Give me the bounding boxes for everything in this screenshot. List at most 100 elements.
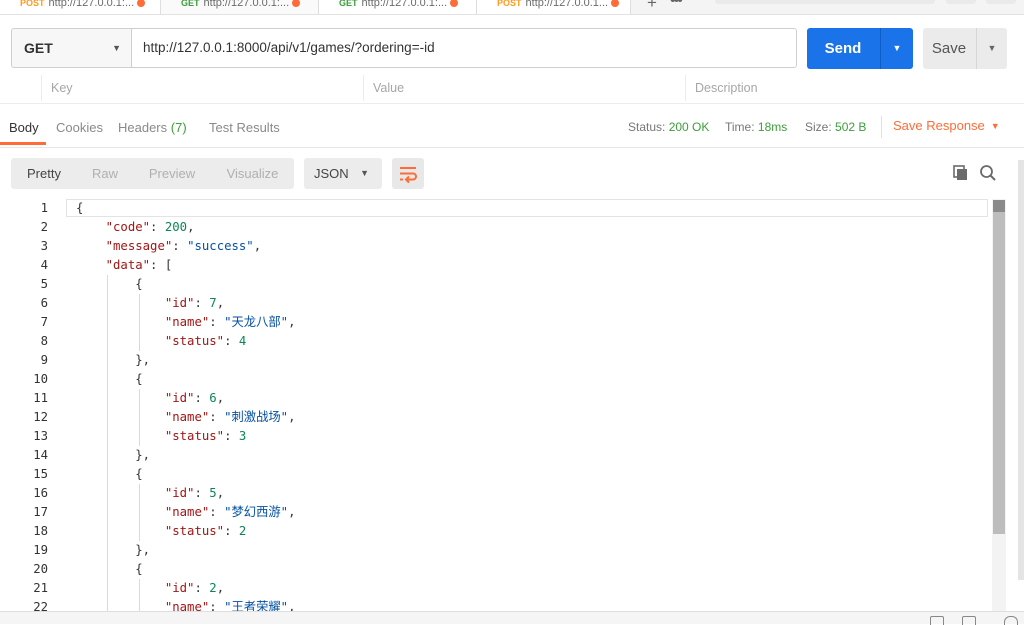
tab-body[interactable]: Body (9, 111, 39, 145)
line-number: 15 (33, 467, 48, 481)
save-response-button[interactable]: Save Response ▼ (893, 117, 1000, 135)
more-tabs-ellipsis-icon[interactable]: ••• (670, 0, 683, 10)
code-line: "id": 2, (76, 579, 224, 598)
line-number: 3 (40, 239, 48, 253)
json-string: "天龙八部" (224, 315, 289, 329)
code-line: "name": "刺激战场", (76, 408, 296, 427)
view-raw-button[interactable]: Raw (77, 158, 133, 189)
line-number: 5 (40, 277, 48, 291)
manage-environments-button[interactable] (986, 0, 1016, 4)
code-line: "name": "梦幻西游", (76, 503, 296, 522)
code-line: }, (76, 541, 150, 560)
param-description-field[interactable]: Description (685, 75, 1015, 101)
json-punctuation: : (194, 581, 210, 595)
param-value-field[interactable]: Value (363, 75, 686, 101)
tab-url: http://127.0.0.1... (525, 0, 609, 9)
chevron-down-icon: ▼ (990, 121, 1000, 131)
code-line: { (76, 370, 142, 389)
json-punctuation (76, 258, 106, 272)
chevron-down-icon[interactable]: ▼ (977, 28, 1007, 69)
line-number: 14 (33, 448, 48, 462)
json-number: 3 (238, 429, 247, 443)
code-line: { (76, 275, 142, 294)
request-tab[interactable]: POST http://127.0.0.1:... (0, 0, 161, 14)
param-key-field[interactable]: Key (41, 75, 364, 101)
json-punctuation: { (76, 201, 84, 215)
line-number: 9 (40, 353, 48, 367)
copy-icon[interactable] (951, 163, 971, 183)
json-key: "code" (105, 220, 151, 234)
wrap-lines-button[interactable] (392, 158, 424, 189)
format-value: JSON (314, 166, 349, 181)
json-number: 200 (164, 220, 188, 234)
code-line: "code": 200, (76, 218, 195, 237)
json-punctuation: , (253, 239, 262, 253)
chevron-down-icon: ▼ (112, 43, 121, 53)
format-select[interactable]: JSON ▼ (304, 158, 382, 189)
json-key: "name" (164, 505, 210, 519)
url-input[interactable]: http://127.0.0.1:8000/api/v1/games/?orde… (131, 28, 797, 68)
tab-headers[interactable]: Headers (7) (118, 111, 187, 145)
json-key: "message" (105, 239, 173, 253)
json-punctuation: , (216, 296, 225, 310)
json-punctuation: : (150, 220, 165, 234)
json-punctuation: { (76, 467, 143, 481)
current-line-highlight (66, 199, 988, 217)
response-tabs: Body Cookies Headers (7) Test Results (0, 111, 1024, 148)
help-icon[interactable] (1004, 616, 1018, 625)
request-tab[interactable]: GET http://127.0.0.1:... (319, 0, 477, 14)
layout-icon[interactable] (930, 616, 944, 625)
tab-url: http://127.0.0.1:... (48, 0, 135, 9)
tab-test-results[interactable]: Test Results (209, 111, 280, 145)
send-button[interactable]: Send ▼ (807, 28, 913, 69)
request-tab[interactable]: POST http://127.0.0.1... (477, 0, 631, 14)
view-pretty-button[interactable]: Pretty (11, 158, 77, 189)
json-key: "id" (164, 581, 195, 595)
code-line: "status": 2 (76, 522, 246, 541)
json-punctuation: , (187, 220, 195, 234)
json-punctuation: }, (76, 353, 151, 367)
chevron-down-icon: ▼ (360, 168, 369, 178)
json-number: 2 (209, 581, 217, 595)
request-tab[interactable]: GET http://127.0.0.1:... (161, 0, 319, 14)
json-punctuation (76, 220, 106, 234)
search-icon[interactable] (978, 163, 998, 183)
json-punctuation: , (216, 486, 225, 500)
status-info: Status: 200 OK (628, 118, 709, 136)
view-preview-button[interactable]: Preview (133, 158, 211, 189)
status-value: 200 OK (668, 120, 710, 134)
json-punctuation (76, 429, 165, 443)
method-select[interactable]: GET ▼ (11, 28, 131, 68)
json-punctuation (76, 239, 106, 253)
json-key: "status" (164, 429, 225, 443)
code-line: }, (76, 446, 150, 465)
pane-scrollbar[interactable] (1018, 160, 1024, 580)
line-number: 8 (40, 334, 48, 348)
environment-selector[interactable] (715, 0, 935, 4)
line-number: 2 (40, 220, 48, 234)
unsaved-dot-icon (611, 0, 620, 8)
method-value: GET (24, 40, 53, 56)
save-button[interactable]: Save ▼ (923, 28, 1007, 69)
json-string: "success" (187, 239, 254, 253)
code-line: "id": 5, (76, 484, 224, 503)
json-number: 4 (238, 334, 247, 348)
json-punctuation (76, 524, 165, 538)
view-visualize-button[interactable]: Visualize (211, 158, 294, 189)
editor-scrollbar-thumb[interactable] (993, 200, 1005, 534)
code-line: { (76, 560, 142, 579)
tab-method: GET (181, 0, 200, 8)
environment-quick-look-button[interactable] (946, 0, 976, 4)
json-punctuation (76, 296, 165, 310)
response-body-editor[interactable]: 1 2 3 4 5 6 7 8 9 10 11 12 13 14 15 16 17 18 19 20 21 22 { "c… (0, 199, 1008, 611)
new-tab-plus-icon[interactable]: + (640, 0, 664, 12)
line-number: 22 (33, 600, 48, 611)
json-punctuation (76, 505, 165, 519)
tab-cookies[interactable]: Cookies (56, 111, 103, 145)
save-label: Save (931, 40, 967, 57)
headers-count: (7) (170, 120, 187, 135)
chevron-down-icon[interactable]: ▼ (881, 28, 913, 69)
code-line: }, (76, 351, 150, 370)
line-number: 7 (40, 315, 48, 329)
layout-icon[interactable] (962, 616, 976, 625)
